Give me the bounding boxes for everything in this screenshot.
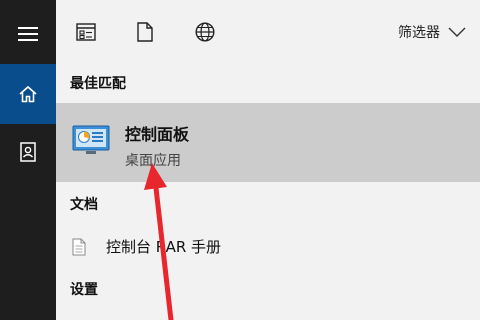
menu-button[interactable] — [0, 4, 56, 64]
filter-dropdown[interactable]: 筛选器 — [398, 22, 466, 42]
best-match-result[interactable]: 控制面板 桌面应用 — [56, 103, 480, 182]
home-button[interactable] — [0, 64, 56, 124]
result-subtitle: 桌面应用 — [125, 153, 181, 169]
apps-filter-button[interactable] — [74, 20, 98, 44]
filter-label: 筛选器 — [398, 25, 440, 41]
settings-header: 设置 — [70, 282, 98, 298]
documents-button[interactable] — [0, 122, 56, 182]
apps-list-icon — [76, 23, 96, 41]
web-filter-button[interactable] — [193, 20, 217, 44]
file-icon — [72, 238, 86, 256]
home-icon — [19, 85, 37, 103]
globe-icon — [195, 22, 215, 42]
documents-header: 文档 — [70, 197, 98, 213]
filter-toolbar: 筛选器 — [56, 0, 480, 64]
document-label: 控制台 RAR 手册 — [106, 238, 222, 256]
start-sidebar — [0, 0, 56, 320]
document-result[interactable]: 控制台 RAR 手册 — [56, 230, 480, 264]
best-match-header: 最佳匹配 — [70, 76, 126, 92]
search-results-panel: 筛选器 最佳匹配 控制面板 桌面应用 文档 控制台 RAR 手册 设置 — [56, 0, 480, 320]
documents-filter-button[interactable] — [133, 20, 157, 44]
result-title: 控制面板 — [125, 125, 190, 144]
hamburger-menu-icon — [18, 27, 38, 41]
control-panel-icon — [72, 125, 110, 154]
document-profile-icon — [20, 142, 36, 162]
chevron-down-icon — [448, 27, 466, 37]
document-icon — [137, 22, 153, 42]
